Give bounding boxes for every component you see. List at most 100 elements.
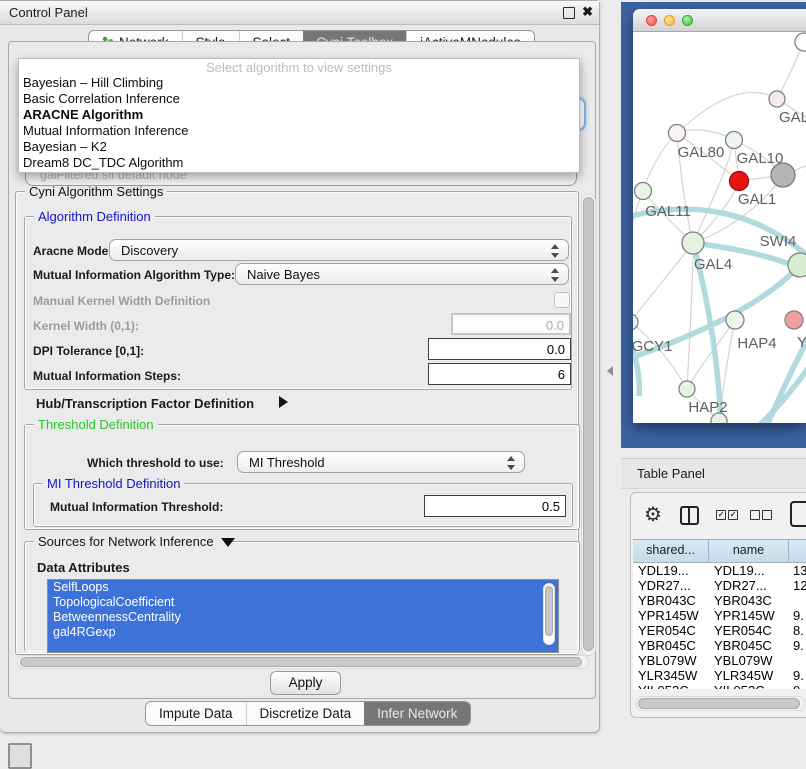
node-gal4[interactable] bbox=[682, 232, 704, 254]
manual-kernel-checkbox[interactable] bbox=[554, 292, 570, 308]
algorithm-option[interactable]: Bayesian – Hill Climbing bbox=[19, 75, 579, 91]
table-panel-titlebar: Table Panel bbox=[621, 458, 806, 489]
network-desktop-area: GAL GAL80 GAL10 GAL1 GAL11 GAL4 SWI4 GCY… bbox=[621, 2, 806, 448]
cell-value: 12 bbox=[793, 578, 806, 593]
collapse-down-icon[interactable] bbox=[221, 538, 235, 547]
select-all-icon[interactable]: ✓ bbox=[716, 510, 726, 520]
cell-name: YIL052C bbox=[714, 683, 788, 689]
tab-infer-network[interactable]: Infer Network bbox=[364, 702, 470, 725]
table-header-row: shared... name bbox=[633, 539, 806, 563]
select-all-icon[interactable]: ✓ bbox=[728, 510, 738, 520]
table-row[interactable]: YPR145W YPR145W 9. bbox=[633, 608, 806, 623]
list-item[interactable]: gal4RGexp bbox=[48, 625, 558, 640]
algorithm-option[interactable]: Bayesian – K2 bbox=[19, 139, 579, 155]
deselect-all-icon[interactable] bbox=[762, 510, 772, 520]
table-row[interactable]: YDL19... YDL19... 13 bbox=[633, 563, 806, 578]
which-threshold-select[interactable]: MI Threshold bbox=[237, 451, 525, 473]
selected-value: MI Threshold bbox=[249, 455, 325, 470]
table-row[interactable]: YBR045C YBR045C 9. bbox=[633, 638, 806, 653]
node-salmon[interactable] bbox=[785, 311, 803, 329]
data-attributes-list[interactable]: SelfLoops TopologicalCoefficient Between… bbox=[47, 579, 559, 653]
network-window-titlebar[interactable] bbox=[633, 9, 806, 32]
network-view-window[interactable]: GAL GAL80 GAL10 GAL1 GAL11 GAL4 SWI4 GCY… bbox=[633, 9, 806, 423]
list-item[interactable]: BetweennessCentrality bbox=[48, 610, 558, 625]
apply-button[interactable]: Apply bbox=[270, 671, 341, 695]
settings-scrollbar[interactable] bbox=[581, 194, 596, 656]
algorithm-dropdown-popup: Select algorithm to view settings Bayesi… bbox=[18, 58, 580, 173]
node-label: GAL80 bbox=[678, 144, 725, 161]
node-hap2[interactable] bbox=[679, 381, 695, 397]
cell-value: 9. bbox=[793, 683, 806, 689]
kernel-width-field[interactable]: 0.0 bbox=[451, 313, 571, 335]
mi-threshold-field[interactable]: 0.5 bbox=[424, 495, 566, 517]
table-row[interactable]: YLR345W YLR345W 9. bbox=[633, 668, 806, 683]
table-row[interactable]: YDR27... YDR27... 12 bbox=[633, 578, 806, 593]
panel-splitter-arrow-icon[interactable] bbox=[607, 366, 613, 376]
tab-label: Discretize Data bbox=[260, 703, 352, 724]
mac-close-button[interactable] bbox=[646, 15, 657, 26]
tab-impute-data[interactable]: Impute Data bbox=[146, 702, 246, 725]
selected-value: Naive Bayes bbox=[247, 267, 320, 282]
list-item-partial[interactable] bbox=[48, 640, 558, 653]
cell-shared-name: YBR045C bbox=[638, 638, 708, 653]
deselect-all-icon[interactable] bbox=[750, 510, 760, 520]
cell-shared-name: YLR345W bbox=[638, 668, 708, 683]
settings-scrollbar-thumb[interactable] bbox=[583, 197, 594, 651]
cell-value: 9. bbox=[793, 668, 806, 683]
settings-hscrollbar[interactable] bbox=[17, 655, 589, 669]
function-builder-icon[interactable] bbox=[790, 501, 806, 527]
network-graph: GAL GAL80 GAL10 GAL1 GAL11 GAL4 SWI4 GCY… bbox=[633, 31, 806, 423]
settings-hscrollbar-thumb[interactable] bbox=[20, 657, 582, 667]
table-row[interactable]: YBL079W YBL079W bbox=[633, 653, 806, 668]
column-header[interactable]: shared... bbox=[633, 540, 709, 562]
node-label: SWI4 bbox=[760, 233, 797, 250]
aracne-mode-select[interactable]: Discovery bbox=[109, 239, 569, 261]
node-label: GCY1 bbox=[633, 338, 672, 355]
tab-discretize-data[interactable]: Discretize Data bbox=[246, 702, 365, 725]
float-panel-icon[interactable] bbox=[563, 7, 575, 19]
cell-shared-name: YBR043C bbox=[638, 593, 708, 608]
cell-shared-name: YPR145W bbox=[638, 608, 708, 623]
table-row[interactable]: YBR043C YBR043C bbox=[633, 593, 806, 608]
list-item[interactable]: TopologicalCoefficient bbox=[48, 595, 558, 610]
mac-zoom-button[interactable] bbox=[682, 15, 693, 26]
dpi-tolerance-field[interactable]: 0.0 bbox=[428, 338, 571, 360]
algorithm-option[interactable]: Dream8 DC_TDC Algorithm bbox=[19, 155, 579, 171]
algorithm-option[interactable]: Basic Correlation Inference bbox=[19, 91, 579, 107]
list-item[interactable]: SelfLoops bbox=[48, 580, 558, 595]
node-gal80[interactable] bbox=[669, 125, 686, 142]
gear-icon[interactable]: ⚙ bbox=[644, 502, 662, 527]
close-icon[interactable]: ✖ bbox=[582, 4, 593, 20]
table-hscrollbar-thumb[interactable] bbox=[638, 698, 800, 709]
node-unlabeled[interactable] bbox=[795, 33, 806, 51]
network-canvas[interactable]: GAL GAL80 GAL10 GAL1 GAL11 GAL4 SWI4 GCY… bbox=[633, 31, 806, 423]
node-gal11[interactable] bbox=[635, 183, 652, 200]
node-gal[interactable] bbox=[769, 91, 785, 107]
expand-right-icon[interactable] bbox=[279, 396, 288, 408]
table-row[interactable]: YER054C YER054C 8. bbox=[633, 623, 806, 638]
docked-panel-icon[interactable] bbox=[8, 743, 32, 769]
column-header[interactable] bbox=[789, 540, 806, 562]
mi-algorithm-type-select[interactable]: Naive Bayes bbox=[235, 263, 569, 285]
list-scrollbar-thumb[interactable] bbox=[545, 586, 553, 636]
node-hap4[interactable] bbox=[726, 311, 744, 329]
mac-minimize-button[interactable] bbox=[664, 15, 675, 26]
network-nodes[interactable] bbox=[633, 33, 806, 423]
node-gal1-selected[interactable] bbox=[730, 172, 749, 191]
hub-definition-label[interactable]: Hub/Transcription Factor Definition bbox=[36, 396, 254, 411]
cell-name: YBL079W bbox=[714, 653, 788, 668]
column-header[interactable]: name bbox=[709, 540, 789, 562]
mi-steps-field[interactable]: 6 bbox=[428, 363, 571, 385]
cell-shared-name: YBL079W bbox=[638, 653, 708, 668]
node-swi4[interactable] bbox=[788, 253, 806, 277]
algorithm-option[interactable]: Mutual Information Inference bbox=[19, 123, 579, 139]
table-row[interactable]: YIL052C YIL052C 9. bbox=[633, 683, 806, 689]
columns-icon[interactable] bbox=[680, 506, 699, 525]
node-gal10[interactable] bbox=[726, 132, 743, 149]
cell-value bbox=[793, 653, 806, 668]
list-scrollbar[interactable] bbox=[543, 583, 555, 645]
algorithm-option-highlighted[interactable]: ARACNE Algorithm bbox=[19, 107, 579, 123]
node-label: Y bbox=[797, 334, 806, 351]
node-table: shared... name YDL19... YDL19... 13 YDR2… bbox=[633, 539, 806, 689]
table-hscrollbar[interactable] bbox=[635, 696, 805, 711]
